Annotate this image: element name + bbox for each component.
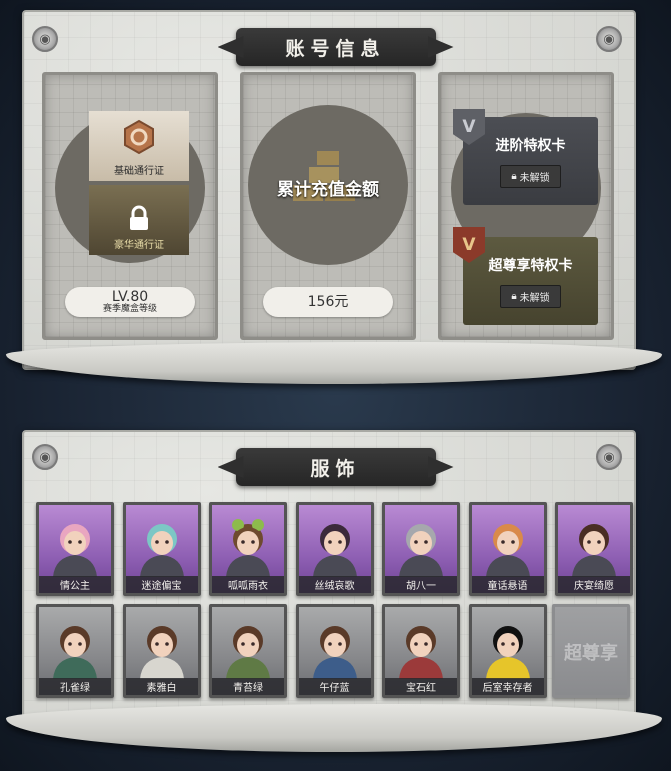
costume-tile[interactable]: 孔雀绿 [36,604,114,698]
character-portrait-icon [139,524,184,577]
costume-tile[interactable]: 宝石红 [382,604,460,698]
costume-name: 迷途偏宝 [125,576,198,593]
luxury-pass-label: 豪华通行证 [114,240,164,251]
costume-tile[interactable]: 丝绒哀歌 [295,502,374,596]
costume-name: 孔雀绿 [39,678,111,695]
pin-icon: ◉ [596,26,622,52]
costume-name: 午仔蓝 [298,678,371,695]
level-value: LV.80 [111,288,149,305]
pin-icon: ◉ [596,444,622,470]
costume-name: 丝绒哀歌 [298,576,371,593]
account-section-title: 账号信息 [235,28,436,66]
costume-name: 童话悬语 [471,576,544,593]
lock-icon: 🔒︎ [511,170,517,182]
supreme-lock-button[interactable]: 🔒︎ 未解锁 [500,284,561,308]
character-portrait-icon [226,626,270,679]
costume-section-title: 服饰 [235,448,436,486]
character-portrait-icon [312,626,357,679]
costume-tile[interactable]: 情公主 [36,502,114,596]
supreme-privilege-title: 超尊享特权卡 [488,257,573,274]
costume-name: 素雅白 [125,678,198,695]
character-portrait-icon [485,524,530,577]
costume-locked-slot[interactable]: 超尊享 [552,604,630,698]
advanced-privilege-title: 进阶特权卡 [495,137,566,154]
pin-icon: ◉ [32,444,58,470]
recharge-title: 累计充值金额 [277,180,379,200]
costume-tile[interactable]: 青苔绿 [209,604,287,698]
costume-name: 宝石红 [385,678,457,695]
lock-icon: 🔒︎ [511,290,517,302]
costume-tile[interactable]: 呱呱雨衣 [209,502,287,596]
level-pill: LV.80 赛季魔盒等级 [65,287,195,317]
character-portrait-icon [226,519,270,577]
advanced-lock-button[interactable]: 🔒︎ 未解锁 [500,164,561,188]
recharge-amount-pill: 156元 [263,287,393,317]
recharge-amount: 156元 [307,294,349,310]
character-portrait-icon [139,626,184,679]
character-portrait-icon [312,524,357,577]
locked-slot-text: 超尊享 [564,643,618,664]
supreme-lock-status: 未解锁 [519,292,550,304]
costume-name: 情公主 [39,576,111,593]
costume-tile[interactable]: 素雅白 [122,604,201,698]
luxury-pass-tile[interactable]: 豪华通行证 [89,185,189,255]
costume-name: 呱呱雨衣 [212,576,284,593]
costume-name: 后室幸存者 [471,678,544,695]
costume-name: 庆宴绮愿 [558,576,630,593]
basic-pass-emblem-icon [124,119,154,155]
level-caption: 赛季魔盒等级 [102,303,157,314]
costume-tile[interactable]: 童话悬语 [468,502,547,596]
pin-icon: ◉ [32,26,58,52]
character-portrait-icon [53,524,97,577]
costume-tile[interactable]: 午仔蓝 [295,604,374,698]
scroll-edge-decoration [6,704,662,752]
pass-card[interactable]: 基础通行证 豪华通行证 LV.80 赛季魔盒等级 [42,72,218,340]
character-portrait-icon [399,524,443,577]
privilege-card[interactable]: 进阶特权卡 🔒︎ 未解锁 V 超尊享特权卡 🔒︎ 未解锁 V [438,72,614,340]
lock-icon [130,205,148,230]
costume-tile[interactable]: 胡八一 [382,502,460,596]
recharge-card[interactable]: 累计充值金额 156元 [240,72,416,340]
character-portrait-icon [399,626,443,679]
basic-pass-label: 基础通行证 [114,166,164,177]
costume-name: 青苔绿 [212,678,284,695]
advanced-lock-status: 未解锁 [519,172,550,184]
character-portrait-icon [53,626,97,679]
costume-tile[interactable]: 后室幸存者 [468,604,547,698]
costume-tile[interactable]: 庆宴绮愿 [555,502,633,596]
scroll-edge-decoration [6,342,662,384]
character-portrait-icon [572,524,616,577]
costume-tile[interactable]: 迷途偏宝 [122,502,201,596]
basic-pass-tile[interactable]: 基础通行证 [89,111,189,181]
costume-name: 胡八一 [385,576,457,593]
character-portrait-icon [485,626,530,679]
